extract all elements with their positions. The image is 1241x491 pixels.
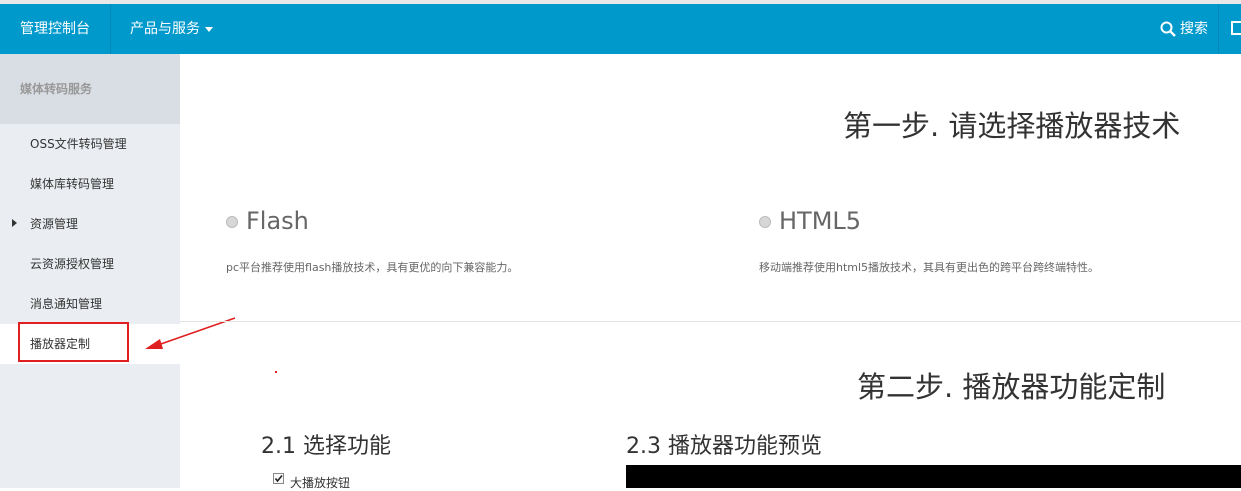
chevron-down-icon [205,26,213,32]
sidebar-item-label: 媒体库转码管理 [30,177,115,191]
caret-right-icon [12,219,17,227]
section-divider [180,321,1241,322]
big-play-button-checkbox[interactable] [273,473,284,484]
sidebar-item-label: 消息通知管理 [30,297,103,311]
top-navbar: 管理控制台 产品与服务 搜索 [0,4,1241,54]
sidebar: 媒体转码服务 OSS文件转码管理 媒体库转码管理 资源管理 云资源授权管理 消息… [0,54,180,488]
search-icon [1160,21,1176,37]
sidebar-item-label: OSS文件转码管理 [30,137,127,151]
flash-option[interactable]: Flash [226,207,309,235]
navbar-divider [1218,4,1219,54]
annotation-arrow-icon [145,317,236,349]
notification-icon[interactable] [1231,21,1241,35]
html5-option-label: HTML5 [779,207,862,235]
radio-icon[interactable] [759,216,771,228]
products-menu-label: 产品与服务 [130,21,200,37]
sidebar-item-resources[interactable]: 资源管理 [0,204,180,244]
checkmark-icon [274,474,283,483]
big-play-button-label: 大播放按钮 [290,476,351,490]
select-features-title: 2.1 选择功能 [261,434,391,459]
sidebar-item-label: 云资源授权管理 [30,257,115,271]
player-preview[interactable] [626,465,1241,488]
search-button[interactable]: 搜索 [1160,4,1208,54]
sidebar-item-media-library[interactable]: 媒体库转码管理 [0,164,180,204]
step2-title: 第二步. 播放器功能定制 [857,370,1166,404]
red-dot [275,371,277,373]
products-menu[interactable]: 产品与服务 [130,4,213,54]
step1-title: 第一步. 请选择播放器技术 [843,109,1181,143]
sidebar-item-label: 资源管理 [30,217,79,231]
radio-icon[interactable] [226,216,238,228]
flash-option-label: Flash [246,207,309,235]
html5-description: 移动端推荐使用html5播放技术，其具有更出色的跨平台跨终端特性。 [759,261,1100,274]
html5-option[interactable]: HTML5 [759,207,861,235]
console-home-link[interactable]: 管理控制台 [0,4,111,54]
search-label: 搜索 [1180,21,1208,37]
flash-description: pc平台推荐使用flash播放技术，具有更优的向下兼容能力。 [226,261,519,274]
sidebar-item-cloud-auth[interactable]: 云资源授权管理 [0,244,180,284]
highlight-box [18,322,129,362]
preview-title: 2.3 播放器功能预览 [626,434,822,459]
sidebar-title: 媒体转码服务 [0,54,180,124]
sidebar-item-oss-transcode[interactable]: OSS文件转码管理 [0,124,180,164]
